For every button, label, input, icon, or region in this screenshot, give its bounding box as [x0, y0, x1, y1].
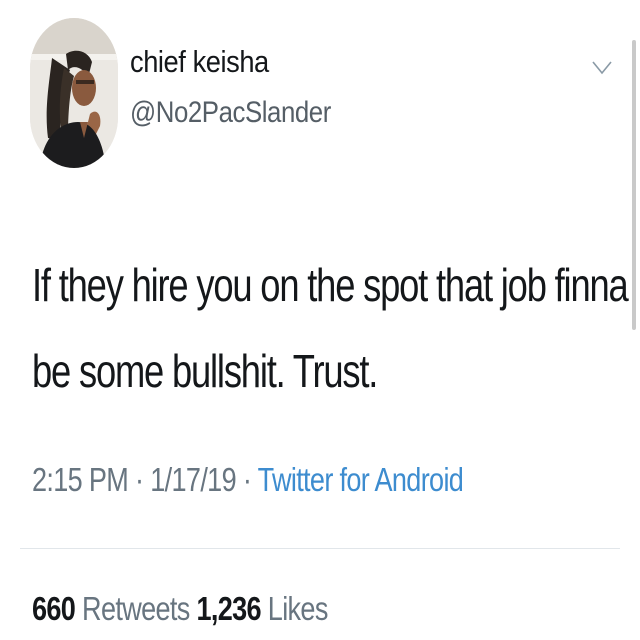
tweet-stats: 660 Retweets 1,236 Likes	[32, 590, 328, 628]
avatar-image	[30, 18, 118, 168]
meta-separator: ·	[128, 461, 151, 498]
tweet-date[interactable]: 1/17/19	[150, 461, 236, 498]
tweet-text-line: be some bullshit. Trust.	[32, 345, 378, 397]
tweet-text: If they hire you on the spot that job fi…	[32, 242, 632, 414]
tweet-text-line: If they hire you on the spot that job fi…	[32, 259, 629, 311]
tweet-menu-button[interactable]	[590, 58, 614, 78]
retweets-stat[interactable]: 660 Retweets	[32, 590, 190, 627]
meta-separator: ·	[235, 461, 258, 498]
likes-label: Likes	[267, 590, 329, 627]
tweet-meta: 2:15 PM · 1/17/19 · Twitter for Android	[32, 461, 464, 499]
retweets-count: 660	[32, 590, 76, 627]
display-name[interactable]: chief keisha	[130, 44, 269, 80]
chevron-down-icon	[592, 61, 612, 75]
likes-count: 1,236	[196, 590, 261, 627]
avatar[interactable]	[30, 18, 118, 168]
divider	[20, 548, 620, 549]
likes-stat[interactable]: 1,236 Likes	[196, 590, 329, 627]
user-handle[interactable]: @No2PacSlander	[130, 96, 331, 130]
tweet-source-link[interactable]: Twitter for Android	[258, 461, 464, 498]
scrollbar[interactable]	[632, 40, 636, 330]
tweet-card: chief keisha @No2PacSlander If they hire…	[0, 0, 640, 640]
retweets-label: Retweets	[82, 590, 190, 627]
tweet-time[interactable]: 2:15 PM	[32, 461, 129, 498]
